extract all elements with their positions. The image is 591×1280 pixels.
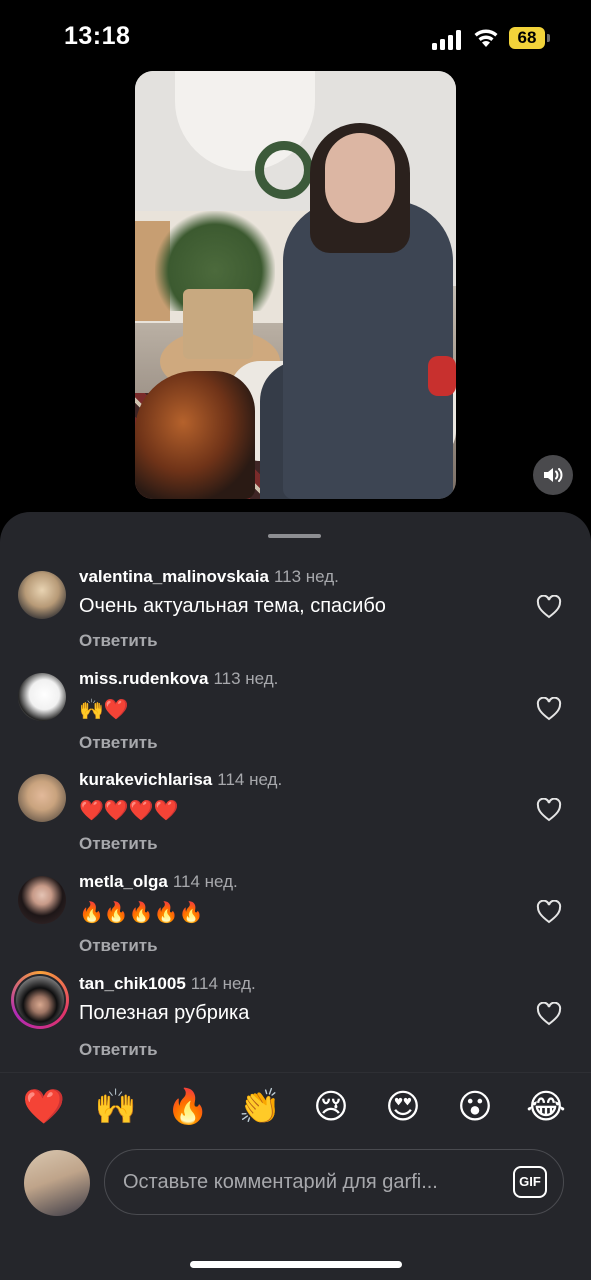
comment-item: metla_olga 114 нед. 🔥🔥🔥🔥🔥 Ответить xyxy=(0,870,591,970)
comment-time: 113 нед. xyxy=(213,669,279,688)
emoji-raised-hands-button[interactable]: 🙌 xyxy=(94,1085,138,1129)
comment-input-placeholder: Оставьте комментарий для garfi... xyxy=(123,1171,438,1193)
speaker-person xyxy=(325,133,395,223)
reply-button[interactable]: Ответить xyxy=(79,936,158,956)
heart-like-icon[interactable] xyxy=(536,595,562,619)
comment-username[interactable]: valentina_malinovskaia 113 нед. xyxy=(79,567,339,587)
comment-text: Очень актуальная тема, спасибо xyxy=(79,595,386,617)
comment-text: ❤️❤️❤️❤️ xyxy=(79,798,179,822)
avatar[interactable] xyxy=(18,774,66,822)
sheet-drag-handle[interactable] xyxy=(268,534,321,538)
emoji-clap-button[interactable]: 👏 xyxy=(238,1085,282,1129)
cat-image xyxy=(135,371,255,499)
heart-like-icon[interactable] xyxy=(536,1002,562,1026)
comment-text: Полезная рубрика xyxy=(79,1002,250,1024)
status-bar: 13:18 68 xyxy=(0,0,591,70)
video-player[interactable] xyxy=(135,71,456,499)
avatar[interactable] xyxy=(18,876,66,924)
battery-level: 68 xyxy=(509,27,545,49)
status-time: 13:18 xyxy=(64,22,131,50)
battery-icon: 68 xyxy=(509,27,551,49)
comment-item: miss.rudenkova 113 нед. 🙌❤️ Ответить xyxy=(0,667,591,767)
heart-like-icon[interactable] xyxy=(536,900,562,924)
emoji-surprised-button[interactable]: 😮 xyxy=(453,1085,497,1129)
avatar[interactable] xyxy=(16,976,64,1024)
comment-text: 🔥🔥🔥🔥🔥 xyxy=(79,900,204,924)
comment-time: 113 нед. xyxy=(273,567,339,586)
heart-like-icon[interactable] xyxy=(536,697,562,721)
comment-username[interactable]: metla_olga 114 нед. xyxy=(79,872,238,892)
comment-input[interactable]: Оставьте комментарий для garfi... GIF xyxy=(104,1149,564,1215)
comment-text: 🙌❤️ xyxy=(79,697,129,721)
avatar[interactable] xyxy=(18,571,66,619)
heart-like-icon[interactable] xyxy=(536,798,562,822)
comments-sheet: valentina_malinovskaia 113 нед. Очень акт… xyxy=(0,512,591,1280)
cellular-signal-icon xyxy=(432,30,461,50)
comment-item: tan_chik1005 114 нед. Полезная рубрика От… xyxy=(0,971,591,1072)
emoji-crying-button[interactable]: 😢 xyxy=(309,1085,353,1129)
comment-time: 114 нед. xyxy=(217,770,283,789)
quick-reaction-bar: ❤️ 🙌 🔥 👏 😢 😍 😮 😂 xyxy=(0,1072,591,1139)
comment-time: 114 нед. xyxy=(172,872,238,891)
emoji-heart-button[interactable]: ❤️ xyxy=(22,1085,66,1129)
speaker-icon xyxy=(544,468,563,482)
wifi-icon xyxy=(474,29,498,47)
emoji-laughing-button[interactable]: 😂 xyxy=(524,1085,568,1129)
reply-button[interactable]: Ответить xyxy=(79,631,158,651)
reply-button[interactable]: Ответить xyxy=(79,733,158,753)
comment-item: kurakevichlarisa 114 нед. ❤️❤️❤️❤️ Ответи… xyxy=(0,768,591,868)
comment-time: 114 нед. xyxy=(190,974,256,993)
comment-username[interactable]: tan_chik1005 114 нед. xyxy=(79,974,256,994)
reply-button[interactable]: Ответить xyxy=(79,834,158,854)
comment-username[interactable]: miss.rudenkova 113 нед. xyxy=(79,669,278,689)
reply-button[interactable]: Ответить xyxy=(79,1040,158,1060)
comment-username[interactable]: kurakevichlarisa 114 нед. xyxy=(79,770,282,790)
comment-item: valentina_malinovskaia 113 нед. Очень акт… xyxy=(0,565,591,665)
avatar[interactable] xyxy=(18,673,66,721)
emoji-heart-eyes-button[interactable]: 😍 xyxy=(381,1085,425,1129)
gif-button[interactable]: GIF xyxy=(513,1166,547,1198)
emoji-fire-button[interactable]: 🔥 xyxy=(166,1085,210,1129)
sound-toggle-button[interactable] xyxy=(533,455,573,495)
current-user-avatar xyxy=(24,1150,90,1216)
home-indicator[interactable] xyxy=(190,1261,402,1268)
